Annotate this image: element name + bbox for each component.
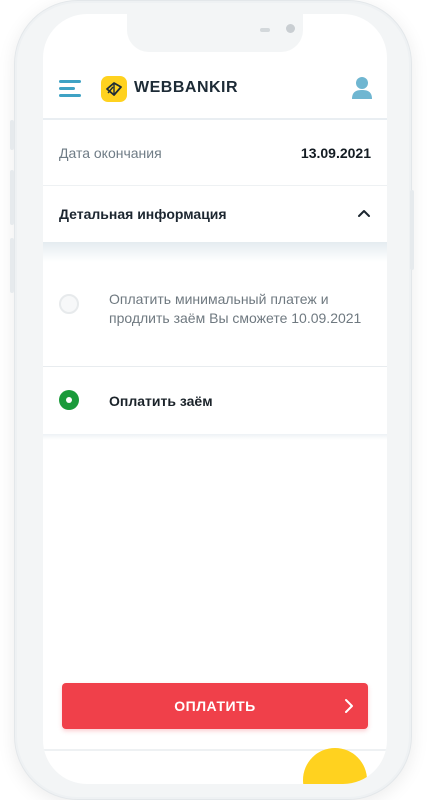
detail-info-toggle[interactable]: Детальная информация	[43, 186, 387, 242]
chevron-right-icon	[344, 698, 354, 714]
phone-side-button	[10, 120, 14, 150]
pay-button[interactable]: ОПЛАТИТЬ	[62, 683, 368, 729]
option-min-payment-text: Оплатить минимальный платеж и продлить з…	[109, 291, 362, 326]
section-bottom-divider	[43, 434, 387, 440]
camera	[286, 24, 295, 33]
end-date-row: Дата окончания 13.09.2021	[43, 119, 387, 186]
option-min-payment[interactable]: Оплатить минимальный платеж и продлить з…	[43, 274, 387, 367]
chevron-up-icon[interactable]	[357, 206, 371, 220]
sensor	[260, 28, 270, 32]
end-date-label: Дата окончания	[59, 145, 162, 161]
brand-name[interactable]: WEBBANKIR	[134, 79, 238, 97]
user-profile-icon[interactable]	[351, 76, 373, 100]
webbankir-logo-icon[interactable]	[101, 76, 127, 102]
radio-min-payment[interactable]	[59, 294, 79, 314]
option-pay-loan-text: Оплатить заём	[109, 393, 213, 409]
phone-side-button	[410, 190, 414, 270]
end-date-value: 13.09.2021	[300, 145, 371, 161]
section-divider	[43, 242, 387, 262]
chat-fab-button[interactable]	[303, 748, 367, 784]
app-screen: WEBBANKIR Дата окончания 13.09.2021 Дета…	[43, 14, 387, 784]
pay-button-label: ОПЛАТИТЬ	[174, 698, 256, 714]
phone-side-button	[10, 238, 14, 293]
option-pay-loan[interactable]: Оплатить заём	[43, 367, 387, 433]
hamburger-menu-icon[interactable]	[59, 80, 81, 98]
app-header: WEBBANKIR	[43, 62, 387, 120]
phone-side-button	[10, 170, 14, 225]
detail-info-label: Детальная информация	[59, 206, 227, 222]
radio-pay-loan[interactable]	[59, 390, 79, 410]
phone-notch	[127, 14, 303, 52]
